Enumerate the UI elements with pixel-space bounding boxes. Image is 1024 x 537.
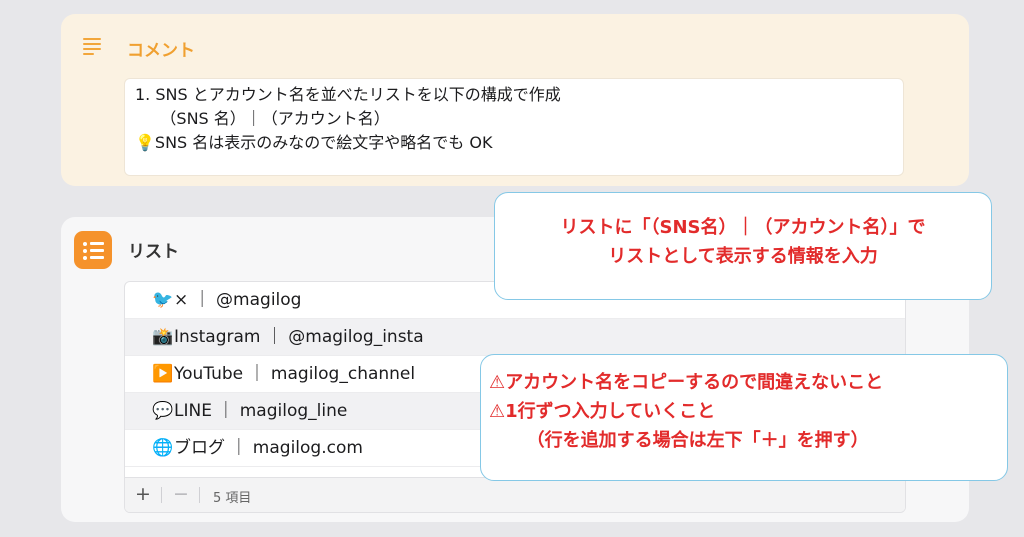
list-item-text: × ｜ @magilog	[174, 290, 302, 310]
list-item-text: LINE ｜ magilog_line	[174, 401, 348, 421]
callout-line: ⚠1行ずつ入力していくこと	[489, 401, 716, 422]
globe-icon: 🌐	[152, 438, 174, 458]
list-title: リスト	[128, 242, 179, 262]
callout-bottom: ⚠アカウント名をコピーするので間違えないこと ⚠1行ずつ入力していくこと （行を…	[480, 354, 1008, 481]
callout-line: リストに「（SNS名）｜（アカウント名）」で	[560, 217, 926, 238]
bird-icon: 🐦	[152, 290, 174, 310]
notes-icon	[83, 38, 101, 55]
list-item-text: ブログ ｜ magilog.com	[174, 438, 363, 458]
speech-bubble-icon: 💬	[152, 401, 174, 421]
comment-text-field[interactable]: 1. SNS とアカウント名を並べたリストを以下の構成で作成 （SNS 名）｜（…	[124, 78, 904, 176]
list-footer: + − 5 項目	[125, 477, 905, 512]
comment-line: 💡SNS 名は表示のみなので絵文字や略名でも OK	[135, 133, 493, 152]
comment-card: コメント 1. SNS とアカウント名を並べたリストを以下の構成で作成 （SNS…	[61, 14, 969, 186]
comment-line: （SNS 名）｜（アカウント名）	[135, 109, 390, 128]
comment-title: コメント	[127, 41, 195, 61]
callout-line: ⚠アカウント名をコピーするので間違えないこと	[489, 372, 884, 393]
list-icon	[74, 231, 112, 269]
list-item[interactable]: 📸Instagram ｜ @magilog_insta	[125, 319, 905, 356]
callout-line: （行を追加する場合は左下「＋」を押す）	[489, 430, 869, 451]
callout-top: リストに「（SNS名）｜（アカウント名）」で リストとして表示する情報を入力	[494, 192, 992, 300]
remove-row-button[interactable]: −	[173, 483, 189, 505]
divider	[161, 487, 162, 503]
list-item-text: Instagram ｜ @magilog_insta	[174, 327, 424, 347]
callout-line: リストとして表示する情報を入力	[608, 246, 878, 267]
comment-line: 1. SNS とアカウント名を並べたリストを以下の構成で作成	[135, 85, 561, 104]
divider	[199, 487, 200, 503]
item-count: 5 項目	[213, 491, 252, 506]
add-row-button[interactable]: +	[135, 483, 151, 505]
play-icon: ▶️	[152, 364, 174, 384]
camera-icon: 📸	[152, 327, 174, 347]
list-item-text: YouTube ｜ magilog_channel	[174, 364, 416, 384]
